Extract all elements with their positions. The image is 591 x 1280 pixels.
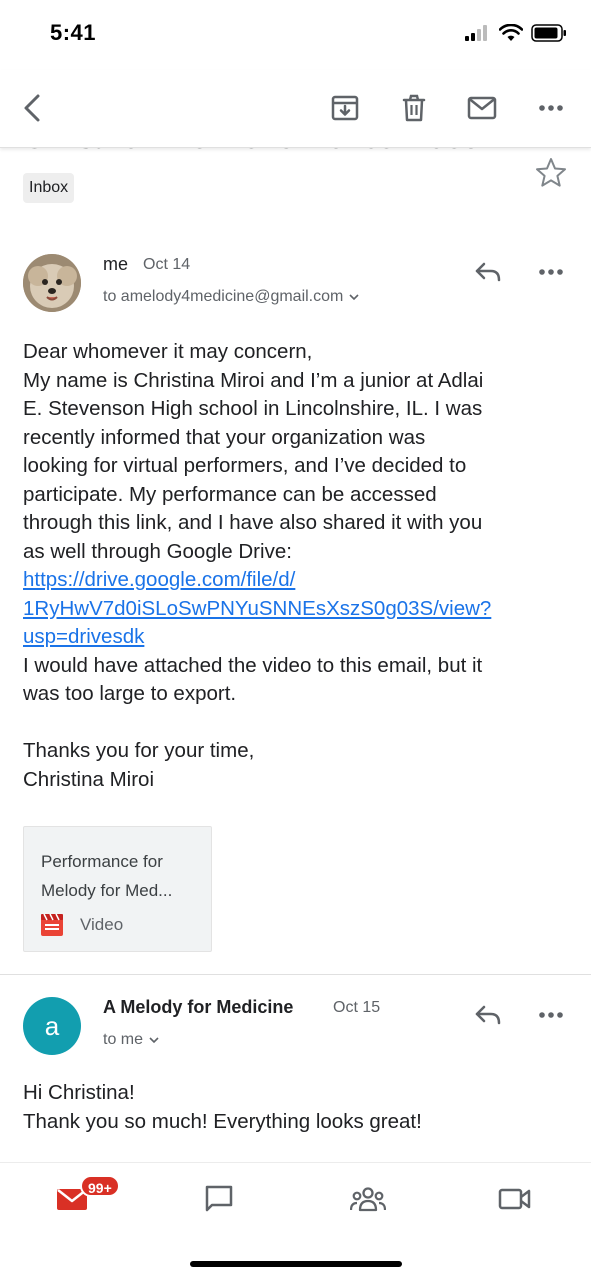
wifi-icon	[499, 24, 523, 41]
chevron-down-icon	[149, 1036, 159, 1043]
body-line: Hi Christina!	[23, 1081, 135, 1104]
more-options-button[interactable]	[531, 88, 571, 128]
paragraph-break	[23, 709, 571, 738]
message2-date: Oct 15	[333, 999, 381, 1016]
message2-body: Hi Christina! Thank you so much! Everyth…	[23, 1079, 422, 1136]
more-horizontal-icon	[539, 1012, 563, 1018]
back-button[interactable]	[12, 88, 52, 128]
home-indicator[interactable]	[190, 1261, 402, 1267]
nav-chat[interactable]	[189, 1179, 249, 1219]
message1-reply-button[interactable]	[470, 254, 506, 290]
message1-body: Dear whomever it may concern, My name is…	[23, 338, 571, 794]
body-line: participate. My performance can be acces…	[23, 482, 437, 506]
status-bar: 5:41	[0, 0, 591, 70]
inbox-label-chip[interactable]: Inbox	[23, 173, 75, 203]
delete-button[interactable]	[394, 88, 434, 128]
message1-date: Oct 14	[143, 256, 191, 273]
attachment-title-line: Performance for	[41, 852, 163, 871]
mark-unread-button[interactable]	[462, 88, 502, 128]
star-icon	[536, 158, 566, 187]
message1-recipient-toggle[interactable]: to amelody4medicine@gmail.com	[103, 288, 359, 306]
drive-link[interactable]: 1RyHwV7d0iSLoSwPNYuSNNEsXszS0g03S/view?	[23, 595, 571, 624]
body-line: Thank you so much! Everything looks grea…	[23, 1109, 422, 1133]
attachment-title-line: Melody for Med...	[41, 881, 173, 900]
attachment-title: Performance for Melody for Med...	[41, 847, 201, 905]
attachment-type: Video	[40, 913, 123, 937]
message2-recipient-toggle[interactable]: to me	[103, 1031, 159, 1049]
drive-link[interactable]: usp=drivesdk	[23, 623, 571, 652]
signoff-line: Christina Miroi	[23, 767, 154, 791]
star-button[interactable]	[534, 156, 568, 193]
status-time: 5:41	[50, 20, 97, 45]
attachment-type-label: Video	[80, 915, 124, 934]
nav-meet[interactable]	[485, 1179, 545, 1219]
signoff-line: Thanks you for your time,	[23, 739, 255, 762]
video-file-icon	[41, 913, 63, 936]
drive-link[interactable]: https://drive.google.com/file/d/	[23, 566, 571, 595]
body-line: My name is Christina Miroi and I’m a jun…	[23, 368, 484, 392]
dog-photo-avatar	[23, 254, 81, 312]
more-horizontal-icon	[539, 105, 563, 111]
top-toolbar	[0, 70, 591, 148]
status-icons	[465, 24, 567, 42]
cellular-signal-icon	[465, 25, 487, 41]
body-line: was too large to export.	[23, 682, 237, 705]
nav-rooms[interactable]	[338, 1179, 398, 1219]
chat-icon	[205, 1185, 233, 1212]
reply-icon	[475, 1005, 501, 1025]
message2-more-button[interactable]	[533, 997, 569, 1033]
body-line: E. Stevenson High school in Lincolnshire…	[23, 397, 483, 420]
sender-avatar-photo[interactable]	[23, 254, 81, 312]
sender2-avatar[interactable]: a	[23, 997, 81, 1055]
battery-icon	[531, 24, 566, 42]
message-divider	[0, 974, 591, 975]
more-horizontal-icon	[539, 269, 563, 275]
message2-reply-button[interactable]	[470, 997, 506, 1033]
chevron-down-icon	[349, 293, 359, 300]
message1-more-button[interactable]	[533, 254, 569, 290]
archive-icon	[331, 95, 359, 121]
body-line: I would have attached the video to this …	[23, 653, 483, 677]
mail-unread-badge: 99+	[80, 1175, 120, 1197]
message2-recipient: to me	[103, 1031, 144, 1048]
body-line: recently informed that your organization…	[23, 425, 426, 449]
body-line: looking for virtual performers, and I’ve…	[23, 454, 467, 477]
body-line: Dear whomever it may concern,	[23, 340, 313, 363]
video-camera-icon	[498, 1188, 531, 1210]
video-attachment-card[interactable]: Performance for Melody for Med... Video	[23, 826, 212, 952]
body-line: through this link, and I have also share…	[23, 511, 483, 534]
message2-sender: A Melody for Medicine	[103, 997, 294, 1017]
trash-icon	[402, 94, 426, 122]
people-icon	[350, 1187, 386, 1212]
chevron-left-icon	[24, 94, 40, 122]
envelope-icon	[467, 96, 497, 120]
archive-button[interactable]	[325, 88, 365, 128]
reply-icon	[475, 262, 501, 282]
body-line: as well through Google Drive:	[23, 539, 292, 563]
message1-recipient: to amelody4medicine@gmail.com	[103, 288, 344, 305]
message1-sender: me	[103, 254, 129, 274]
